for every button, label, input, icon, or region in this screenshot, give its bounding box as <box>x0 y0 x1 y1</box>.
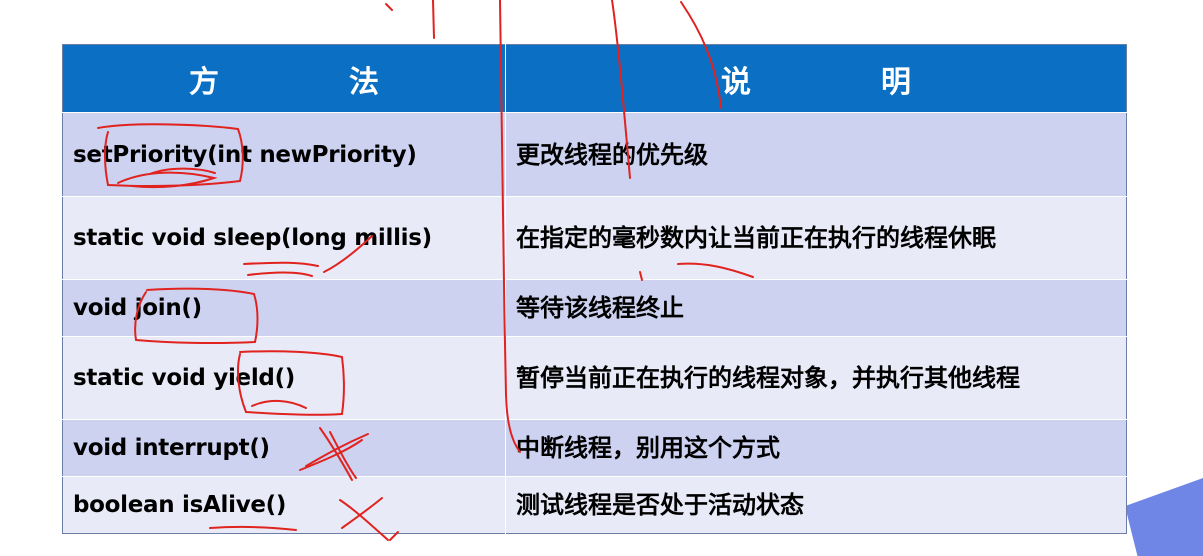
description-cell: 等待该线程终止 <box>505 279 1127 337</box>
description-cell: 暂停当前正在执行的线程对象，并执行其他线程 <box>505 336 1127 420</box>
table-row: void join() 等待该线程终止 <box>62 279 1127 337</box>
annotation-stroke <box>432 0 435 39</box>
description-cell: 测试线程是否处于活动状态 <box>505 476 1127 534</box>
table-row: boolean isAlive() 测试线程是否处于活动状态 <box>62 476 1127 534</box>
slide: 方 法 说 明 setPriority(int newPriority) 更改线… <box>0 0 1203 556</box>
table-header-row: 方 法 说 明 <box>62 44 1127 113</box>
table-row: static void sleep(long millis) 在指定的毫秒数内让… <box>62 196 1127 280</box>
thread-methods-table: 方 法 说 明 setPriority(int newPriority) 更改线… <box>62 44 1127 534</box>
description-cell: 中断线程，别用这个方式 <box>505 419 1127 477</box>
method-cell: void join() <box>62 279 506 337</box>
annotation-stroke <box>385 3 393 11</box>
description-cell: 在指定的毫秒数内让当前正在执行的线程休眠 <box>505 196 1127 280</box>
header-method: 方 法 <box>62 44 506 113</box>
table-row: static void yield() 暂停当前正在执行的线程对象，并执行其他线… <box>62 336 1127 420</box>
description-cell: 更改线程的优先级 <box>505 112 1127 197</box>
corner-decoration <box>1125 478 1203 556</box>
method-cell: setPriority(int newPriority) <box>62 112 506 197</box>
method-cell: static void yield() <box>62 336 506 420</box>
table-row: setPriority(int newPriority) 更改线程的优先级 <box>62 112 1127 197</box>
method-cell: static void sleep(long millis) <box>62 196 506 280</box>
header-description: 说 明 <box>505 44 1127 113</box>
method-cell: void interrupt() <box>62 419 506 477</box>
method-cell: boolean isAlive() <box>62 476 506 534</box>
table-row: void interrupt() 中断线程，别用这个方式 <box>62 419 1127 477</box>
